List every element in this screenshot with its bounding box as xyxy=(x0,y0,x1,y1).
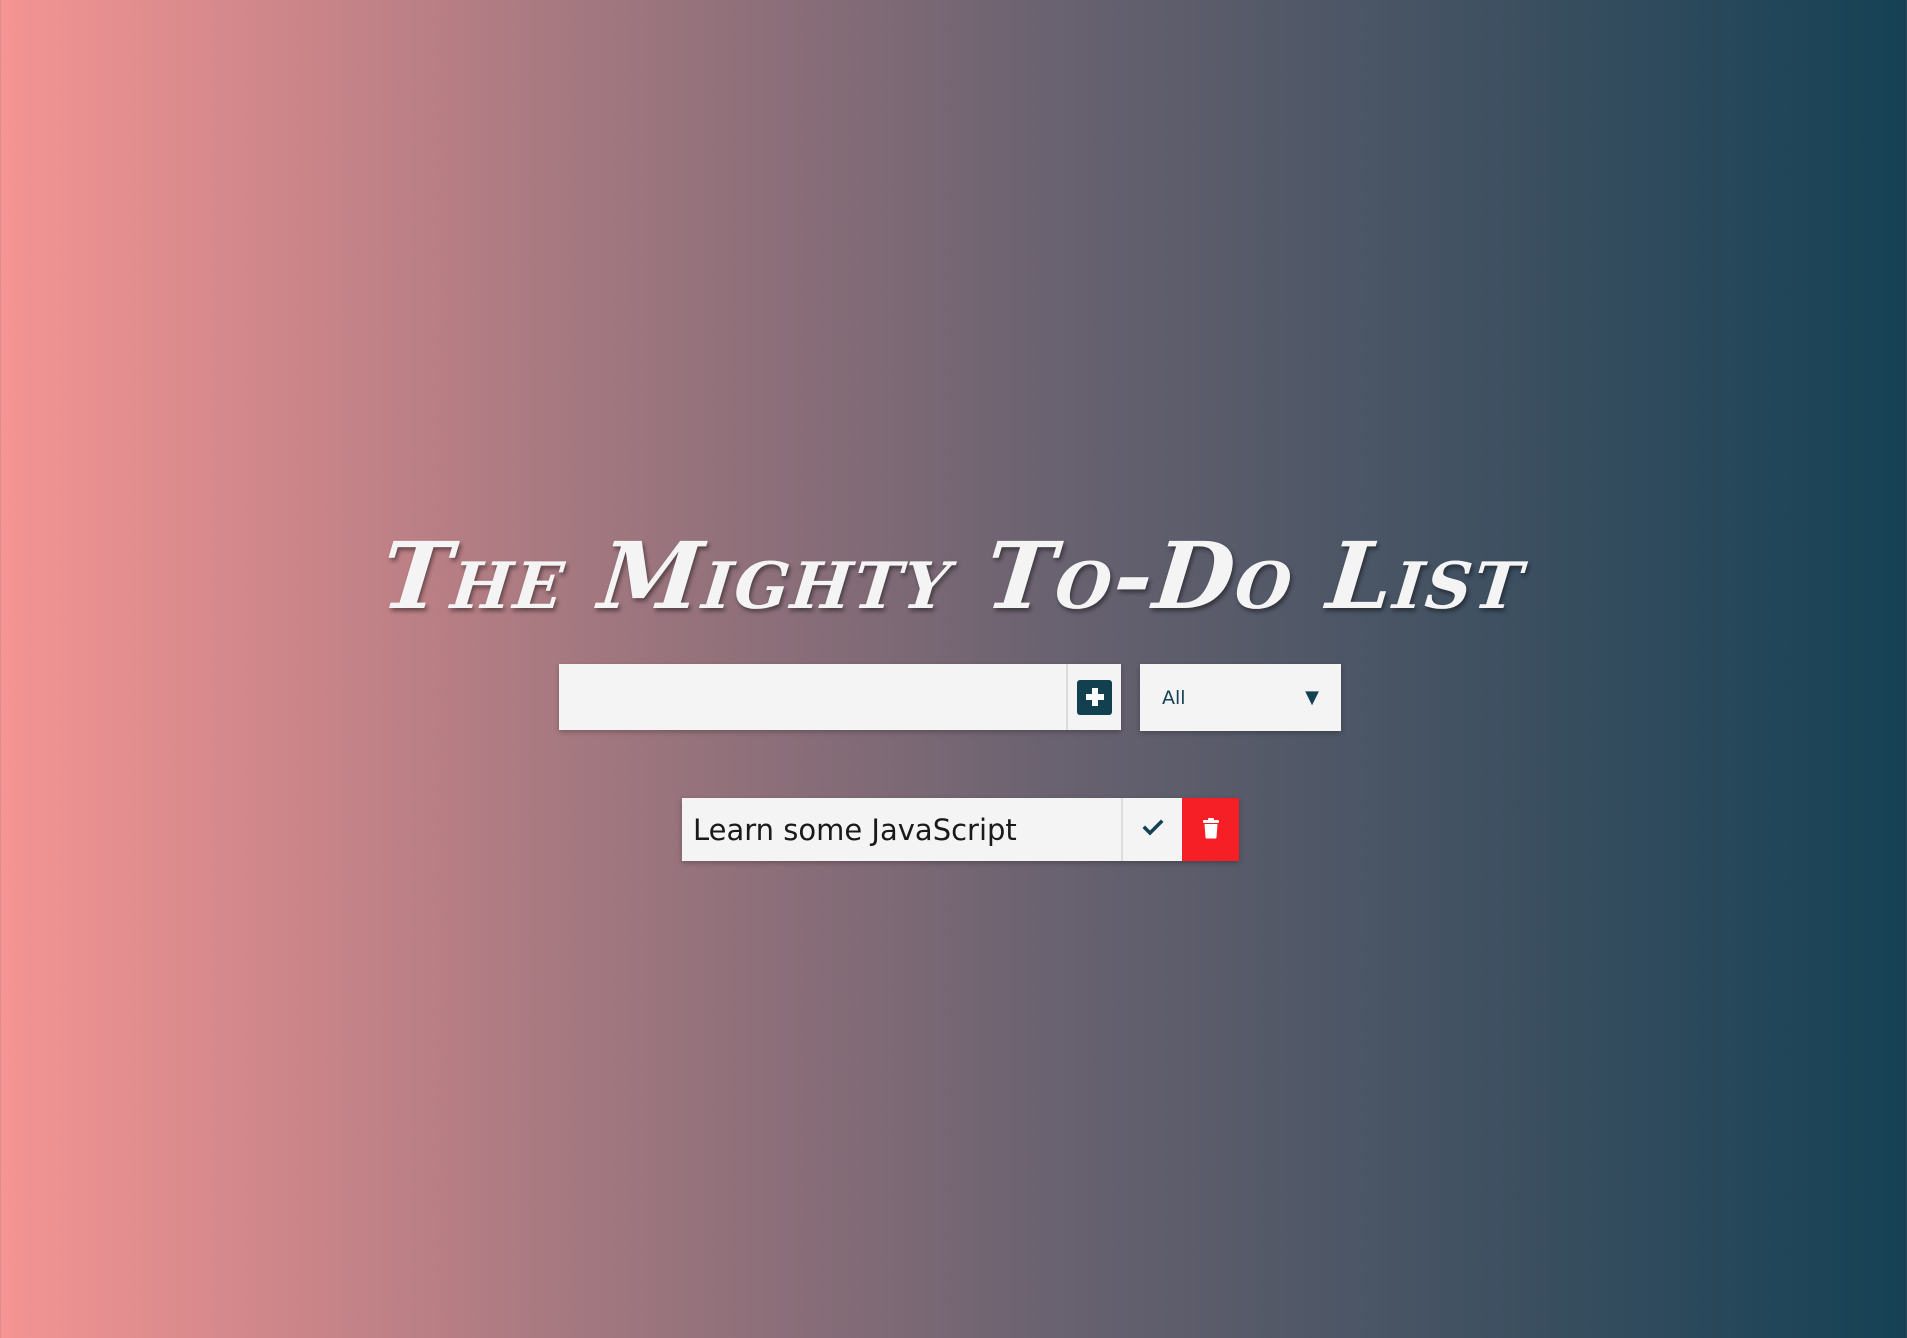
triangle-down-icon: ▼ xyxy=(1305,687,1319,708)
complete-todo-button[interactable] xyxy=(1121,798,1182,861)
todo-input[interactable] xyxy=(559,664,1066,730)
todo-item-text: Learn some JavaScript xyxy=(682,798,1121,861)
check-icon xyxy=(1142,819,1164,840)
todo-controls: All ▼ xyxy=(559,664,1341,731)
delete-todo-button[interactable] xyxy=(1182,798,1239,861)
page-title: The Mighty To-Do List xyxy=(376,521,1531,630)
add-todo-button[interactable] xyxy=(1066,664,1121,730)
trash-icon xyxy=(1202,817,1220,842)
todo-item: Learn some JavaScript xyxy=(682,798,1239,861)
filter-select[interactable]: All ▼ xyxy=(1140,664,1341,731)
plus-square-icon xyxy=(1077,679,1112,715)
filter-selected-value: All xyxy=(1162,686,1186,709)
todo-form xyxy=(559,664,1121,730)
